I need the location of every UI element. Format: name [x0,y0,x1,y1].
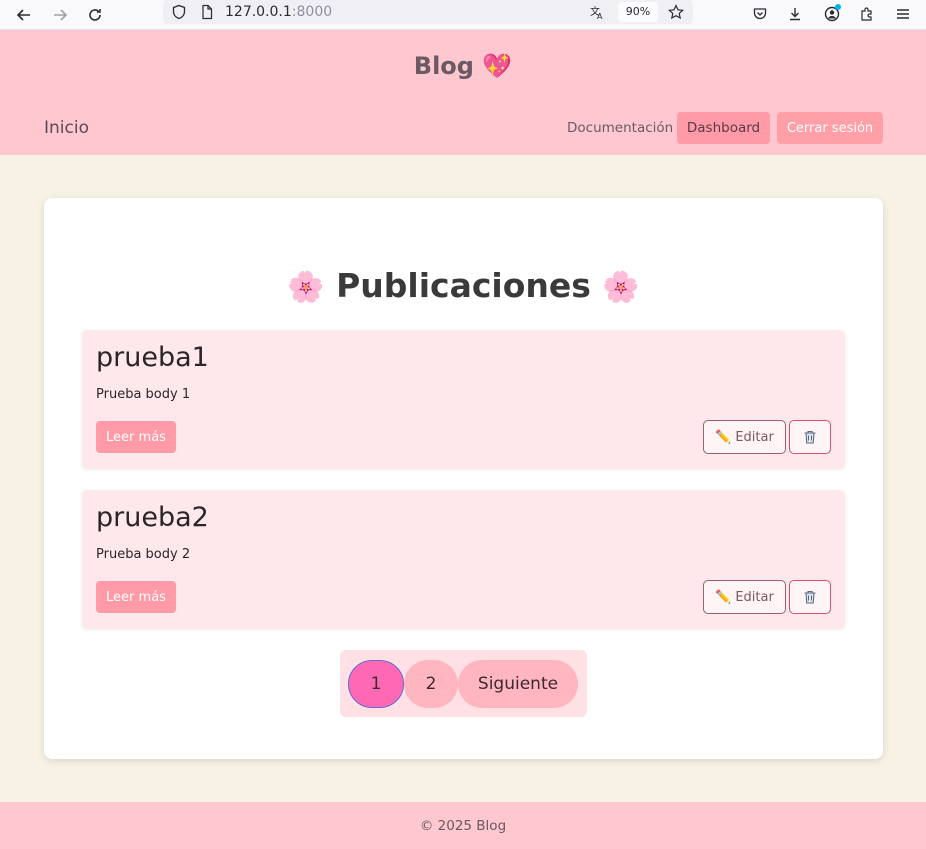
cherry-blossom-icon: 🌸 [287,270,325,305]
dashboard-button[interactable]: Dashboard [677,112,770,144]
svg-text:A: A [597,12,603,20]
pagination: 1 2 Siguiente [340,650,587,717]
back-icon[interactable] [9,0,39,30]
post-title: prueba1 [96,342,209,373]
read-more-button[interactable]: Leer más [96,421,176,453]
pencil-icon: ✏️ [715,589,732,605]
pencil-icon: ✏️ [715,429,732,445]
site-header: Blog 💖 Inicio Documentación Dashboard Ce… [0,30,926,155]
delete-button[interactable] [789,580,831,614]
post-title: prueba2 [96,502,209,533]
trash-icon [804,430,816,444]
reload-icon[interactable] [80,0,110,30]
footer-copyright: © 2025 Blog [419,818,507,834]
page-button-1[interactable]: 1 [348,660,404,708]
edit-button[interactable]: ✏️ Editar [703,420,786,454]
page-title: 🌸 Publicaciones 🌸 [44,266,883,305]
site-footer: © 2025 Blog [0,802,926,849]
edit-button-label: Editar [735,589,774,605]
nav-link-home[interactable]: Inicio [44,118,89,138]
menu-icon[interactable] [889,0,917,28]
download-icon[interactable] [781,0,809,28]
bookmark-star-icon[interactable] [667,3,685,21]
cherry-blossom-icon: 🌸 [602,270,640,305]
pocket-icon[interactable] [746,0,774,28]
browser-toolbar: 127.0.0.1:8000 文A 90% [0,0,926,30]
forward-icon[interactable] [45,0,75,30]
edit-button-label: Editar [735,429,774,445]
notification-dot [835,4,841,10]
zoom-level-badge[interactable]: 90% [618,2,658,22]
translate-icon[interactable]: 文A [588,3,606,21]
page-button-2[interactable]: 2 [404,660,458,708]
account-icon[interactable] [818,0,846,28]
read-more-button[interactable]: Leer más [96,581,176,613]
post-body: Prueba body 2 [96,547,191,562]
url-text[interactable]: 127.0.0.1:8000 [225,2,332,22]
page-title-text: Publicaciones [336,266,591,305]
shield-icon[interactable] [170,3,188,21]
page-icon [198,3,216,21]
brand-title[interactable]: Blog 💖 [0,52,926,80]
next-page-button[interactable]: Siguiente [458,660,578,708]
posts-container: 🌸 Publicaciones 🌸 prueba1 Prueba body 1 … [44,198,883,759]
trash-icon [804,590,816,604]
post-card: prueba1 Prueba body 1 Leer más ✏️ Editar [82,330,845,469]
nav-link-documentation[interactable]: Documentación [567,120,673,136]
post-card: prueba2 Prueba body 2 Leer más ✏️ Editar [82,490,845,629]
logout-button[interactable]: Cerrar sesión [777,112,883,144]
extensions-icon[interactable] [853,0,881,28]
url-bar[interactable]: 127.0.0.1:8000 文A 90% [163,0,693,24]
delete-button[interactable] [789,420,831,454]
edit-button[interactable]: ✏️ Editar [703,580,786,614]
post-body: Prueba body 1 [96,387,191,402]
